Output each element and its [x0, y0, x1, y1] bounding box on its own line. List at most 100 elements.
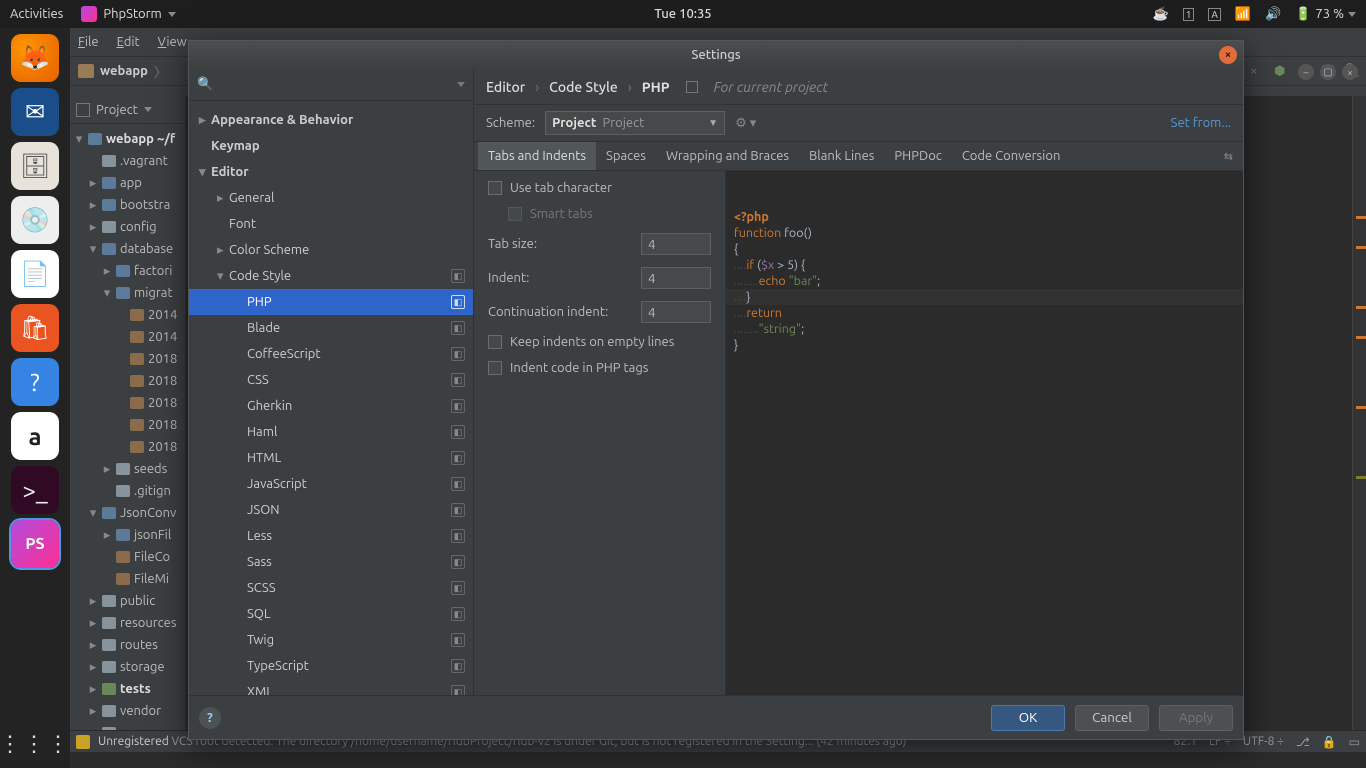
close-button[interactable]: ×: [1342, 64, 1358, 80]
dock-help[interactable]: ?: [11, 358, 59, 406]
settings-category-scss[interactable]: SCSS◧: [189, 575, 473, 601]
project-tree-node[interactable]: ▸factori: [70, 260, 185, 282]
minimize-button[interactable]: –: [1298, 64, 1314, 80]
settings-category-general[interactable]: ▸General: [189, 185, 473, 211]
breadcrumb-codestyle[interactable]: Code Style: [549, 79, 618, 95]
indent-input[interactable]: [641, 267, 711, 289]
chevron-down-icon[interactable]: [144, 107, 152, 112]
project-tree-node[interactable]: .gitign: [70, 480, 185, 502]
settings-category-javascript[interactable]: JavaScript◧: [189, 471, 473, 497]
dock-terminal[interactable]: >_: [11, 466, 59, 514]
settings-category-css[interactable]: CSS◧: [189, 367, 473, 393]
settings-category-xml[interactable]: XML◧: [189, 679, 473, 695]
settings-category-font[interactable]: Font: [189, 211, 473, 237]
vcs-icon[interactable]: ⬢: [1274, 64, 1288, 78]
dock-show-apps[interactable]: ⋮⋮⋮: [11, 720, 59, 768]
maximize-button[interactable]: ▢: [1320, 64, 1336, 80]
settings-category-sql[interactable]: SQL◧: [189, 601, 473, 627]
warning-icon[interactable]: [76, 735, 90, 749]
menu-view[interactable]: View: [158, 35, 187, 49]
ok-button[interactable]: OK: [991, 705, 1065, 731]
project-tree-node[interactable]: 2018: [70, 348, 185, 370]
coffee-icon[interactable]: ☕: [1153, 7, 1169, 22]
dock-files[interactable]: 🗄: [11, 142, 59, 190]
keyboard-layout-icon-2[interactable]: A: [1208, 8, 1221, 21]
battery-indicator[interactable]: 🔋 73 %: [1295, 7, 1356, 22]
project-tree-node[interactable]: ▸app: [70, 172, 185, 194]
project-tree-node[interactable]: ▾JsonConv: [70, 502, 185, 524]
project-tree-node[interactable]: .vagrant: [70, 150, 185, 172]
project-tree-node[interactable]: ▾migrat: [70, 282, 185, 304]
settings-category-code-style[interactable]: ▾Code Style◧: [189, 263, 473, 289]
project-tab-label[interactable]: Project: [96, 103, 138, 117]
project-tree-node[interactable]: ▸routes: [70, 634, 185, 656]
project-tree-node[interactable]: ▸tests: [70, 678, 185, 700]
lock-icon[interactable]: 🔒: [1322, 735, 1337, 749]
settings-category-appearance-behavior[interactable]: ▸Appearance & Behavior: [189, 107, 473, 133]
project-tree-node[interactable]: 2018: [70, 370, 185, 392]
keyboard-layout-icon[interactable]: 1: [1183, 8, 1195, 21]
gear-icon[interactable]: ⚙ ▾: [735, 116, 756, 131]
toggle-preview-icon[interactable]: ⇆: [1224, 150, 1243, 163]
memory-indicator[interactable]: ▭: [1349, 735, 1360, 749]
editor-marker-bar[interactable]: [1352, 96, 1366, 752]
dock-amazon[interactable]: a: [11, 412, 59, 460]
settings-category-twig[interactable]: Twig◧: [189, 627, 473, 653]
project-tree-node[interactable]: 2018: [70, 436, 185, 458]
tab-tabs-and-indents[interactable]: Tabs and Indents: [478, 142, 596, 170]
menu-file[interactable]: File: [78, 35, 99, 49]
dock-software[interactable]: 🛍: [11, 304, 59, 352]
close-icon[interactable]: ×: [1219, 46, 1237, 64]
settings-category-haml[interactable]: Haml◧: [189, 419, 473, 445]
settings-category-coffeescript[interactable]: CoffeeScript◧: [189, 341, 473, 367]
dock-thunderbird[interactable]: ✉: [11, 88, 59, 136]
project-tree[interactable]: ▾webapp ~/f.vagrant▸app▸bootstra▸config▾…: [70, 124, 185, 748]
project-tree-node[interactable]: ▾webapp ~/f: [70, 128, 185, 150]
settings-category-html[interactable]: HTML◧: [189, 445, 473, 471]
indent-code-checkbox[interactable]: Indent code in PHP tags: [488, 361, 711, 375]
settings-category-tree[interactable]: ▸Appearance & BehaviorKeymap▾Editor▸Gene…: [189, 101, 473, 695]
tab-size-input[interactable]: [641, 233, 711, 255]
project-tree-node[interactable]: 2018: [70, 392, 185, 414]
tab-spaces[interactable]: Spaces: [596, 142, 656, 170]
keep-indents-checkbox[interactable]: Keep indents on empty lines: [488, 335, 711, 349]
dialog-title-bar[interactable]: Settings ×: [189, 41, 1243, 69]
settings-category-php[interactable]: PHP◧: [189, 289, 473, 315]
settings-category-sass[interactable]: Sass◧: [189, 549, 473, 575]
settings-category-editor[interactable]: ▾Editor: [189, 159, 473, 185]
app-menu[interactable]: PhpStorm: [81, 6, 175, 22]
tab-code-conversion[interactable]: Code Conversion: [952, 142, 1071, 170]
project-tree-node[interactable]: 2018: [70, 414, 185, 436]
scheme-selector[interactable]: Project Project ▼: [545, 111, 725, 135]
project-tree-node[interactable]: 2014: [70, 326, 185, 348]
stop-icon[interactable]: ×: [1250, 64, 1264, 78]
project-tree-node[interactable]: ▸storage: [70, 656, 185, 678]
project-tree-node[interactable]: ▸bootstra: [70, 194, 185, 216]
settings-category-keymap[interactable]: Keymap: [189, 133, 473, 159]
project-tree-node[interactable]: ▸public: [70, 590, 185, 612]
project-tree-node[interactable]: ▾database: [70, 238, 185, 260]
settings-category-json[interactable]: JSON◧: [189, 497, 473, 523]
project-tree-node[interactable]: ▸config: [70, 216, 185, 238]
settings-category-color-scheme[interactable]: ▸Color Scheme: [189, 237, 473, 263]
settings-search[interactable]: 🔍: [189, 69, 473, 101]
project-tree-node[interactable]: ▸resources: [70, 612, 185, 634]
project-tree-node[interactable]: ▸seeds: [70, 458, 185, 480]
project-tree-node[interactable]: ▸jsonFil: [70, 524, 185, 546]
continuation-indent-input[interactable]: [641, 301, 711, 323]
breadcrumb-editor[interactable]: Editor: [486, 79, 525, 95]
wifi-icon[interactable]: 📶: [1235, 7, 1251, 22]
tab-blank-lines[interactable]: Blank Lines: [799, 142, 884, 170]
dock-libreoffice[interactable]: 📄: [11, 250, 59, 298]
settings-category-less[interactable]: Less◧: [189, 523, 473, 549]
dock-firefox[interactable]: 🦊: [11, 34, 59, 82]
settings-category-typescript[interactable]: TypeScript◧: [189, 653, 473, 679]
tab-phpdoc[interactable]: PHPDoc: [884, 142, 951, 170]
project-tree-node[interactable]: FileMi: [70, 568, 185, 590]
dock-rhythmbox[interactable]: 💿: [11, 196, 59, 244]
tab-wrapping-and-braces[interactable]: Wrapping and Braces: [656, 142, 799, 170]
project-tree-node[interactable]: ▸vendor: [70, 700, 185, 722]
menu-edit[interactable]: Edit: [117, 35, 140, 49]
cancel-button[interactable]: Cancel: [1075, 705, 1149, 731]
dock-phpstorm[interactable]: PS: [11, 520, 59, 568]
